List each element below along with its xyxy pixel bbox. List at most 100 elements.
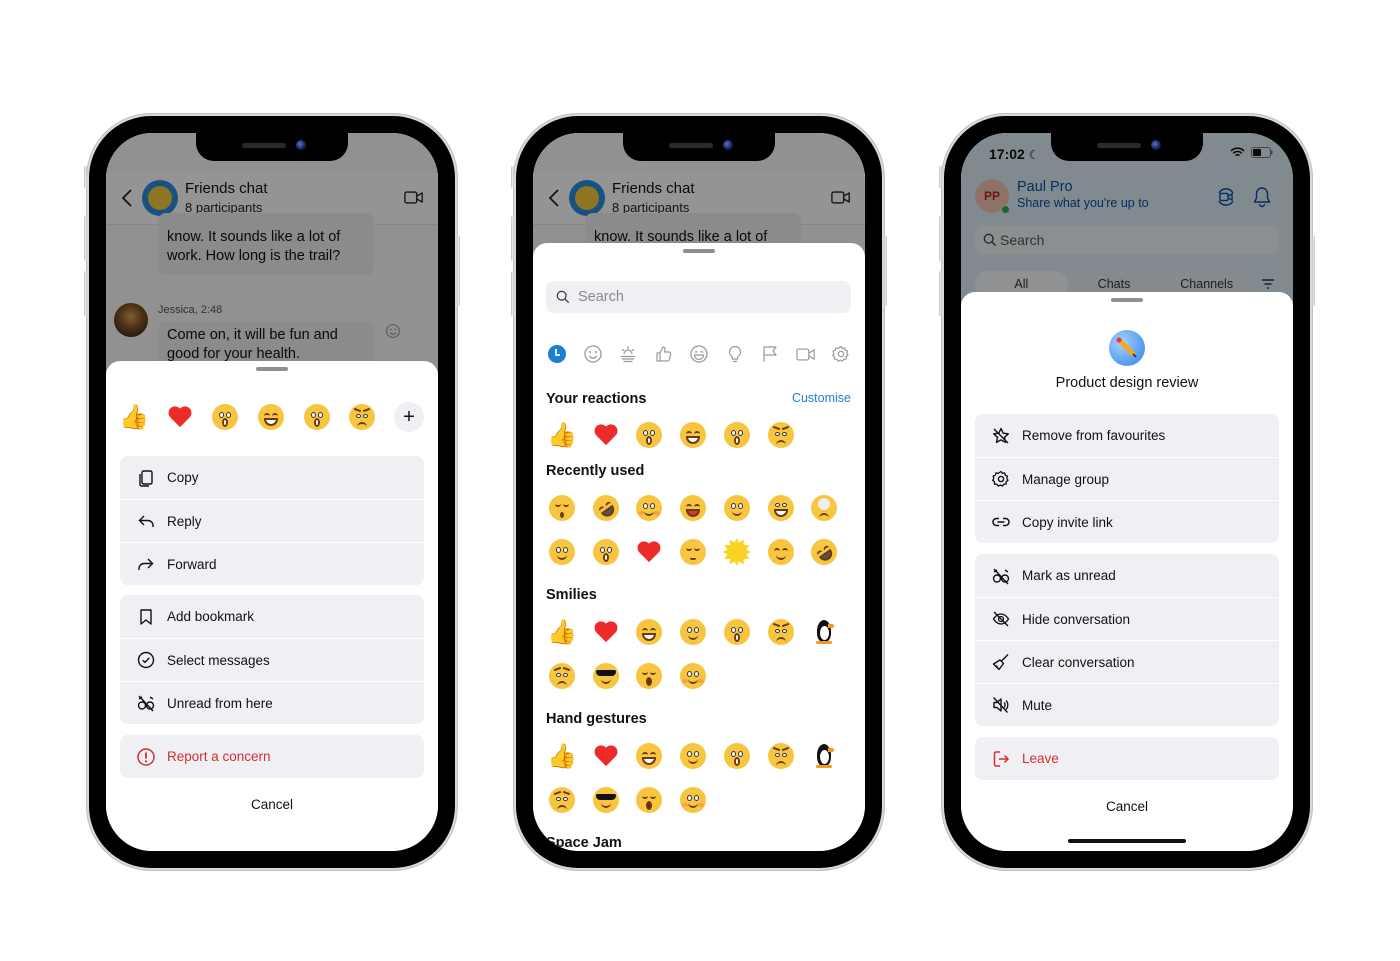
emoji-thumbs-up[interactable]: 👍 [546, 421, 578, 449]
power-button [1312, 236, 1315, 306]
emoji-category-tab[interactable] [688, 343, 710, 365]
settings-category-tab[interactable] [830, 343, 852, 365]
emoji-cool[interactable] [590, 662, 622, 690]
notch [1051, 133, 1203, 161]
emoji-facepalm[interactable] [808, 494, 840, 522]
emoji-surprised[interactable] [633, 421, 665, 449]
emoji-angry[interactable] [546, 786, 578, 814]
manage-group-action[interactable]: Manage group [975, 457, 1279, 500]
reply-action[interactable]: Reply [120, 499, 424, 542]
mute-action[interactable]: Mute [975, 683, 1279, 726]
emoji-smirk[interactable] [765, 494, 797, 522]
video-category-tab[interactable] [795, 343, 817, 365]
emoji-thinking[interactable] [546, 538, 578, 566]
emoji-laughing[interactable] [677, 421, 709, 449]
more-reactions-button[interactable]: + [393, 402, 424, 432]
nature-category-tab[interactable] [617, 343, 639, 365]
emoji-surprised[interactable] [590, 538, 622, 566]
sheet-grabber[interactable] [1111, 298, 1143, 302]
video-icon [795, 347, 815, 361]
emoji-surprised[interactable] [721, 421, 753, 449]
emoji-giggle[interactable] [765, 538, 797, 566]
leave-action[interactable]: Leave [975, 737, 1279, 780]
home-indicator[interactable] [1068, 839, 1186, 843]
emoji-heart[interactable] [590, 742, 622, 770]
star-off-icon [991, 426, 1011, 446]
emoji-surprised[interactable] [721, 618, 753, 646]
flags-category-tab[interactable] [759, 343, 781, 365]
clear-conversation-action[interactable]: Clear conversation [975, 640, 1279, 683]
hide-conversation-action[interactable]: Hide conversation [975, 597, 1279, 640]
leave-icon [991, 749, 1011, 769]
add-bookmark-action[interactable]: Add bookmark [120, 595, 424, 638]
emoji-penguin[interactable] [808, 742, 840, 770]
emoji-smile[interactable] [721, 494, 753, 522]
emoji-worried[interactable] [765, 742, 797, 770]
emoji-heart[interactable] [590, 618, 622, 646]
emoji-surprised[interactable] [721, 742, 753, 770]
emoji-heart[interactable] [633, 538, 665, 566]
remove-favourite-action[interactable]: Remove from favourites [975, 414, 1279, 457]
emoji-blush[interactable] [677, 662, 709, 690]
emoji-sleepy[interactable] [546, 494, 578, 522]
objects-category-tab[interactable] [724, 343, 746, 365]
emoji-laughing[interactable] [633, 618, 665, 646]
emoji-tears-of-joy[interactable] [677, 494, 709, 522]
heart-reaction[interactable] [166, 403, 194, 431]
emoji-blush[interactable] [677, 786, 709, 814]
emoji-yawn[interactable] [633, 662, 665, 690]
emoji-worried[interactable] [765, 421, 797, 449]
worried-reaction[interactable] [348, 403, 376, 431]
copy-invite-link-action[interactable]: Copy invite link [975, 500, 1279, 543]
unread-icon [136, 693, 156, 713]
smileys-category-tab[interactable] [582, 343, 604, 365]
emoji-unamused[interactable] [677, 538, 709, 566]
emoji-search[interactable] [546, 281, 851, 313]
forward-action[interactable]: Forward [120, 542, 424, 585]
emoji-category-tabs [546, 343, 852, 365]
surprised-reaction[interactable] [303, 403, 331, 431]
emoji-angry[interactable] [546, 662, 578, 690]
cancel-button[interactable]: Cancel [961, 799, 1293, 814]
emoji-rofl[interactable] [806, 533, 843, 571]
emoji-worried[interactable] [765, 618, 797, 646]
emoji-happy-tears[interactable] [677, 742, 709, 770]
mark-unread-action[interactable]: Mark as unread [975, 554, 1279, 597]
surprised-reaction[interactable] [211, 403, 239, 431]
unread-from-here-action[interactable]: Unread from here [120, 681, 424, 724]
recent-category-tab[interactable] [546, 343, 568, 365]
customise-link[interactable]: Customise [792, 391, 851, 405]
cancel-button[interactable]: Cancel [106, 797, 438, 812]
emoji-yawn[interactable] [633, 786, 665, 814]
emoji-thumbs-up[interactable]: 👍 [546, 618, 578, 646]
sheet-grabber[interactable] [256, 367, 288, 371]
report-concern-action[interactable]: Report a concern [120, 735, 424, 778]
action-label: Manage group [1022, 471, 1110, 487]
emoji-happy-tears[interactable] [677, 618, 709, 646]
conversation-title: Product design review [1055, 375, 1199, 391]
emoji-cool[interactable] [590, 786, 622, 814]
emoji-penguin[interactable] [808, 618, 840, 646]
sheet-grabber[interactable] [683, 249, 715, 253]
emoji-heart[interactable] [590, 421, 622, 449]
emoji-thumbs-up[interactable]: 👍 [546, 742, 578, 770]
action-group: Report a concern [120, 735, 424, 778]
forward-icon [136, 554, 156, 574]
action-label: Copy invite link [1022, 514, 1113, 530]
emoji-sun[interactable] [721, 538, 753, 566]
gestures-category-tab[interactable] [653, 343, 675, 365]
search-icon [556, 290, 570, 304]
volume-down-button [84, 271, 87, 316]
action-group: Copy Reply Forward [120, 456, 424, 585]
link-icon [991, 512, 1011, 532]
eye-off-icon [991, 609, 1011, 629]
emoji-rofl[interactable] [587, 489, 624, 527]
select-messages-action[interactable]: Select messages [120, 638, 424, 681]
thumbs-up-reaction[interactable]: 👍 [119, 403, 149, 431]
emoji-search-input[interactable] [578, 289, 818, 305]
emoji-laughing[interactable] [633, 742, 665, 770]
laughing-reaction[interactable] [257, 403, 285, 431]
volume-down-button [939, 271, 942, 316]
copy-action[interactable]: Copy [120, 456, 424, 499]
emoji-blush[interactable] [633, 494, 665, 522]
